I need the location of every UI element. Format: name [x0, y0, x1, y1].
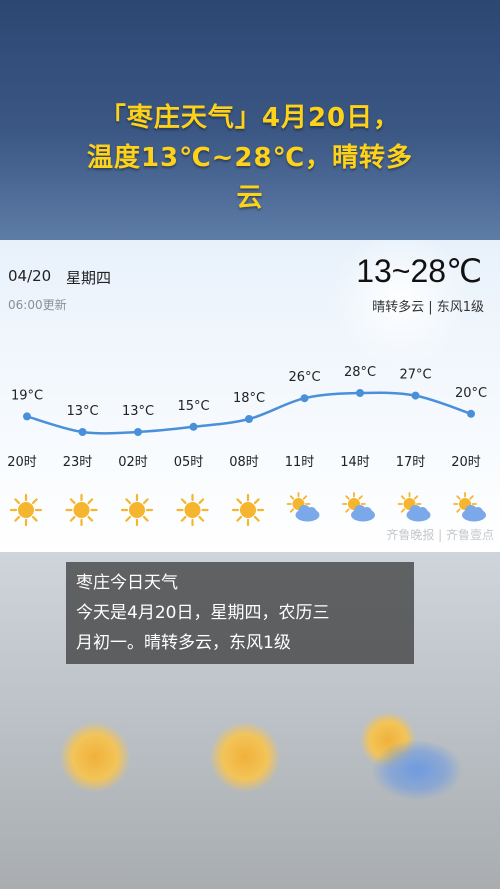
- sunny-icon: [120, 493, 154, 527]
- hour-label: 11时: [285, 455, 315, 470]
- partly-cloudy-icon: [397, 492, 431, 522]
- hourly-temperature-chart: 19°C 20时 13°C 23时 13°C 02时 15°C 05时 18°C 08时 26°C 1…: [7, 365, 487, 527]
- temperature-label: 13°C: [122, 404, 154, 419]
- temperature-point: [78, 428, 87, 436]
- temperature-label: 20°C: [455, 386, 487, 401]
- temperature-point: [411, 391, 420, 400]
- hour-label: 23时: [63, 455, 93, 470]
- temperature-point: [467, 409, 475, 418]
- subtitle-caption: 枣庄今日天气 今天是4月20日，星期四，农历三 月初一。晴转多云，东风1级: [66, 562, 414, 664]
- hour-label: 17时: [396, 455, 426, 470]
- temperature-point: [23, 412, 31, 421]
- temperature-label: 28°C: [344, 365, 376, 380]
- sunny-icon: [231, 493, 265, 527]
- sunny-icon: [176, 493, 209, 527]
- temperature-label: 26°C: [288, 370, 320, 385]
- subtitle-line-2: 今天是4月20日，星期四，农历三: [76, 603, 330, 623]
- sunny-icon: [65, 493, 98, 527]
- temperature-label: 27°C: [399, 368, 431, 383]
- subtitle-line-1: 枣庄今日天气: [76, 573, 178, 593]
- headline-line-1: 「枣庄天气」4月20日，: [99, 103, 401, 133]
- headline: 「枣庄天气」4月20日， 温度13℃~28℃，晴转多 云: [40, 98, 460, 218]
- subtitle-line-3: 月初一。晴转多云，东风1级: [76, 633, 291, 653]
- hour-label: 20时: [451, 455, 481, 470]
- blurred-sun-icon: [210, 722, 280, 792]
- temperature-point: [134, 428, 142, 436]
- weather-card: 04/20 星期四 06:00更新 13~28℃ 晴转多云 | 东风1级 19°…: [0, 240, 500, 552]
- temperature-label: 19°C: [11, 388, 43, 403]
- partly-cloudy-icon: [453, 492, 486, 522]
- hour-label: 14时: [340, 455, 370, 470]
- blurred-cloud-icon: [372, 740, 462, 800]
- temperature-label: 18°C: [233, 391, 265, 406]
- headline-line-3: 云: [236, 183, 264, 213]
- sunny-icon: [9, 493, 43, 527]
- hour-label: 08时: [229, 455, 259, 470]
- partly-cloudy-icon: [286, 492, 320, 522]
- headline-line-2: 温度13℃~28℃，晴转多: [86, 143, 414, 173]
- watermark: 齐鲁晚报 | 齐鲁壹点: [386, 528, 494, 542]
- temperature-point: [189, 422, 198, 431]
- temperature-point: [300, 394, 309, 403]
- hour-label: 05时: [174, 455, 204, 470]
- partly-cloudy-icon: [342, 492, 375, 522]
- temperature-point: [245, 415, 253, 423]
- temperature-label: 15°C: [177, 399, 209, 414]
- hour-label: 20时: [7, 455, 37, 470]
- temperature-label: 13°C: [66, 404, 98, 419]
- temperature-point: [356, 389, 364, 397]
- blurred-sun-icon: [60, 722, 130, 792]
- hour-label: 02时: [118, 455, 148, 470]
